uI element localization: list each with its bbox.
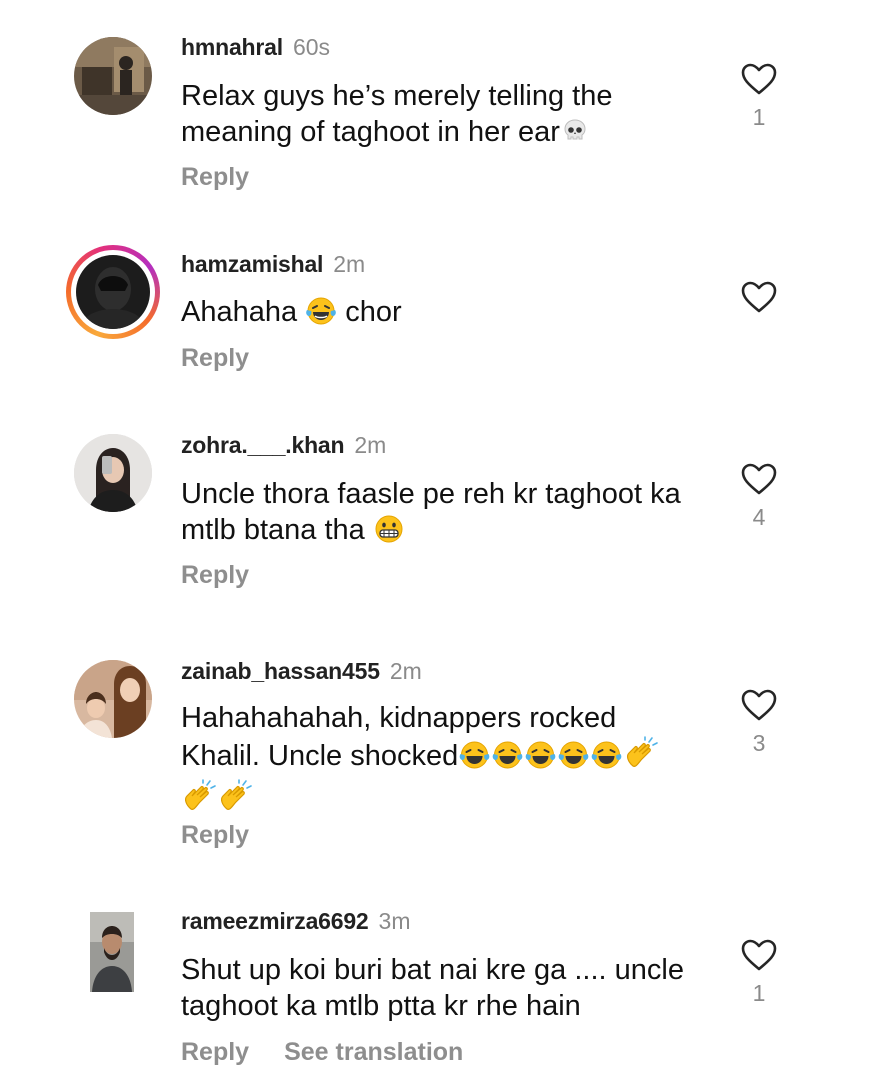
comment-actions: Reply See translation bbox=[181, 1037, 463, 1067]
heart-outline-icon[interactable] bbox=[740, 688, 778, 722]
comment-text-body: Relax guys he’s merely telling the meani… bbox=[181, 80, 613, 148]
comment-text: Uncle thora faasle pe reh kr taghoot ka … bbox=[181, 476, 711, 553]
heart-outline-icon[interactable] bbox=[740, 280, 778, 314]
like-count: 1 bbox=[752, 104, 766, 130]
laughing-emoji bbox=[305, 296, 337, 335]
clapping-hands-emoji bbox=[623, 736, 659, 779]
see-translation-button[interactable]: See translation bbox=[284, 1037, 463, 1067]
comment-text: Ahahaha chor bbox=[181, 294, 711, 335]
comment-meta: rameezmirza6692 3m bbox=[181, 907, 410, 935]
like-control: 3 bbox=[740, 688, 778, 757]
laughing-emoji bbox=[590, 740, 623, 779]
reply-button[interactable]: Reply bbox=[181, 560, 249, 590]
reply-button[interactable]: Reply bbox=[181, 1037, 249, 1067]
comment-meta: zainab_hassan455 2m bbox=[181, 657, 422, 685]
comment-time: 2m bbox=[333, 251, 366, 277]
like-count: 3 bbox=[752, 730, 766, 756]
laughing-emoji bbox=[458, 740, 491, 779]
comment-username[interactable]: rameezmirza6692 bbox=[181, 908, 369, 934]
avatar[interactable] bbox=[74, 660, 152, 738]
comment-text-body: Shut up koi buri bat nai kre ga .... unc… bbox=[181, 954, 684, 1022]
comment-actions: Reply bbox=[181, 820, 249, 850]
avatar-photo bbox=[90, 912, 134, 992]
comment-meta: hamzamishal 2m bbox=[181, 250, 365, 278]
comment-text-after: chor bbox=[345, 296, 402, 328]
avatar bbox=[76, 255, 150, 329]
avatar-story-ring[interactable] bbox=[66, 245, 160, 339]
laughing-emoji bbox=[491, 740, 524, 779]
comment-text-before: Ahahaha bbox=[181, 296, 298, 328]
comment-time: 2m bbox=[389, 658, 422, 684]
comment-actions: Reply bbox=[181, 343, 249, 373]
comment-text: Hahahahahah, kidnappers rocked Khalil. U… bbox=[181, 700, 701, 822]
heart-outline-icon[interactable] bbox=[740, 462, 778, 496]
heart-outline-icon[interactable] bbox=[740, 62, 778, 96]
comment-time: 60s bbox=[292, 34, 331, 60]
like-control: 4 bbox=[740, 462, 778, 531]
like-count: 4 bbox=[752, 504, 766, 530]
like-control: 1 bbox=[740, 938, 778, 1007]
laughing-emoji bbox=[557, 740, 590, 779]
laughing-emoji bbox=[524, 740, 557, 779]
avatar[interactable] bbox=[74, 37, 152, 115]
comment-actions: Reply bbox=[181, 560, 249, 590]
avatar-ring-gap bbox=[71, 250, 155, 334]
avatar[interactable] bbox=[74, 434, 152, 512]
grimace-emoji bbox=[373, 514, 405, 553]
avatar[interactable] bbox=[90, 912, 134, 992]
comment-meta: zohra.___.khan 2m bbox=[181, 431, 386, 459]
comment-time: 3m bbox=[378, 908, 411, 934]
avatar-photo bbox=[74, 434, 152, 512]
skull-emoji bbox=[560, 116, 590, 155]
comment-username[interactable]: hmnahral bbox=[181, 34, 283, 60]
avatar-photo bbox=[76, 255, 150, 329]
comment-time: 2m bbox=[354, 432, 387, 458]
comment-username[interactable]: zainab_hassan455 bbox=[181, 658, 380, 684]
heart-outline-icon[interactable] bbox=[740, 938, 778, 972]
reply-button[interactable]: Reply bbox=[181, 820, 249, 850]
reply-button[interactable]: Reply bbox=[181, 343, 249, 373]
like-control bbox=[740, 280, 778, 322]
comment-actions: Reply bbox=[181, 162, 249, 192]
clapping-hands-emoji bbox=[181, 779, 217, 822]
comment-username[interactable]: hamzamishal bbox=[181, 251, 323, 277]
avatar-photo bbox=[74, 660, 152, 738]
like-control: 1 bbox=[740, 62, 778, 131]
comment-text: Shut up koi buri bat nai kre ga .... unc… bbox=[181, 952, 711, 1024]
comment-username[interactable]: zohra.___.khan bbox=[181, 432, 345, 458]
comment-text-body: Uncle thora faasle pe reh kr taghoot ka … bbox=[181, 478, 681, 546]
like-count: 1 bbox=[752, 980, 766, 1006]
reply-button[interactable]: Reply bbox=[181, 162, 249, 192]
avatar-photo bbox=[74, 37, 152, 115]
comment-meta: hmnahral 60s bbox=[181, 33, 330, 61]
clapping-hands-emoji bbox=[217, 779, 253, 822]
comment-text: Relax guys he’s merely telling the meani… bbox=[181, 78, 711, 155]
